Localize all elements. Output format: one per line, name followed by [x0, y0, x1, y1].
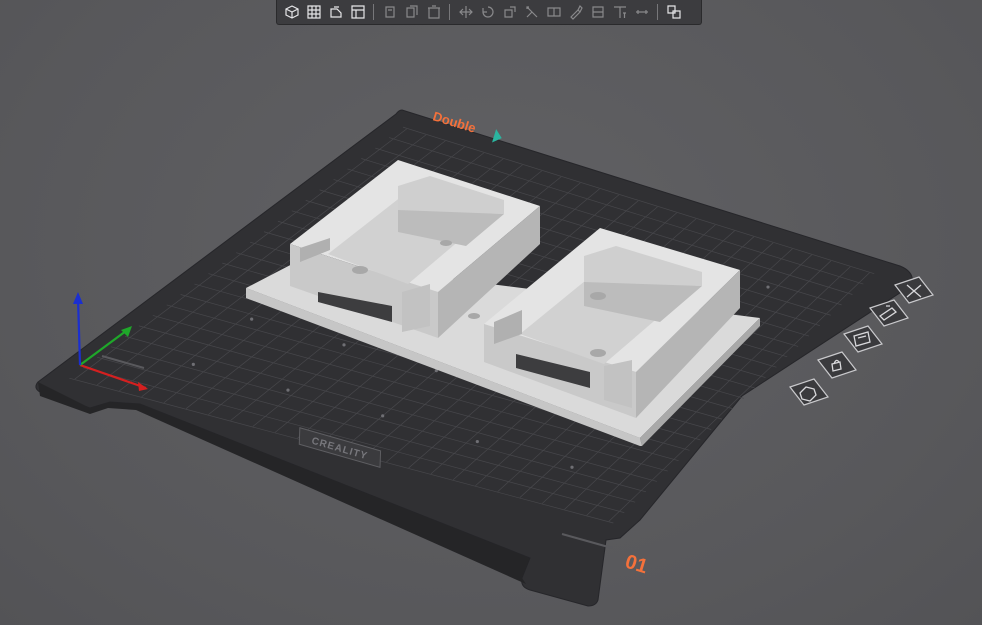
seam-paint-button[interactable] — [587, 2, 608, 23]
paste-icon — [405, 5, 418, 18]
grid-dot — [250, 317, 254, 321]
grid-dot — [381, 414, 385, 418]
arrange-grid-icon — [306, 5, 321, 19]
split-button[interactable] — [543, 2, 564, 23]
toolbar-separator — [657, 4, 658, 20]
arrange-icon[interactable] — [843, 325, 883, 353]
plate-number: 01 — [623, 551, 651, 579]
layout-icon — [350, 5, 365, 19]
top-toolbar[interactable] — [276, 0, 702, 25]
copy-button[interactable] — [379, 2, 400, 23]
assembly-button[interactable] — [663, 2, 684, 23]
assembly-icon — [666, 5, 681, 19]
delete-icon — [427, 5, 440, 19]
grid-dot — [766, 285, 770, 289]
lock-icon[interactable] — [817, 351, 857, 379]
grid-dot — [475, 439, 479, 444]
split-icon — [546, 7, 561, 17]
move-icon — [458, 6, 473, 18]
rotate-button[interactable] — [477, 2, 498, 23]
orient-button[interactable] — [325, 2, 346, 23]
copy-icon — [384, 6, 395, 18]
seam-paint-icon — [591, 6, 604, 18]
plate-tool-frame — [817, 351, 857, 379]
cut-icon — [525, 6, 537, 18]
delete-button[interactable] — [423, 2, 444, 23]
toolbar-separator — [449, 4, 450, 20]
scale-button[interactable] — [499, 2, 520, 23]
add-object-button[interactable] — [281, 2, 302, 23]
plate-settings-icon[interactable] — [789, 378, 829, 406]
z-axis-arrow-icon — [73, 292, 83, 304]
scale-icon — [503, 6, 516, 18]
grid-dot — [286, 388, 290, 392]
grid-dot — [191, 362, 195, 366]
scene-canvas[interactable]: CREALITY Double 01 — [0, 0, 982, 625]
plate-tool-frame — [843, 325, 883, 353]
rotate-icon — [481, 6, 494, 18]
support-paint-icon — [569, 4, 583, 20]
orient-icon — [329, 6, 342, 18]
add-object-icon — [284, 5, 299, 19]
cut-button[interactable] — [521, 2, 542, 23]
grid-dot — [570, 465, 574, 469]
support-paint-button[interactable] — [565, 2, 586, 23]
move-button[interactable] — [455, 2, 476, 23]
text-tool-icon — [613, 6, 626, 18]
arrange-grid-button[interactable] — [303, 2, 324, 23]
measure-button[interactable] — [631, 2, 652, 23]
3d-viewport[interactable]: CREALITY Double 01 — [0, 0, 982, 625]
paste-button[interactable] — [401, 2, 422, 23]
text-tool-button[interactable] — [609, 2, 630, 23]
layout-button[interactable] — [347, 2, 368, 23]
measure-icon — [635, 10, 648, 14]
toolbar-separator — [373, 4, 374, 20]
grid-dot — [342, 343, 346, 347]
